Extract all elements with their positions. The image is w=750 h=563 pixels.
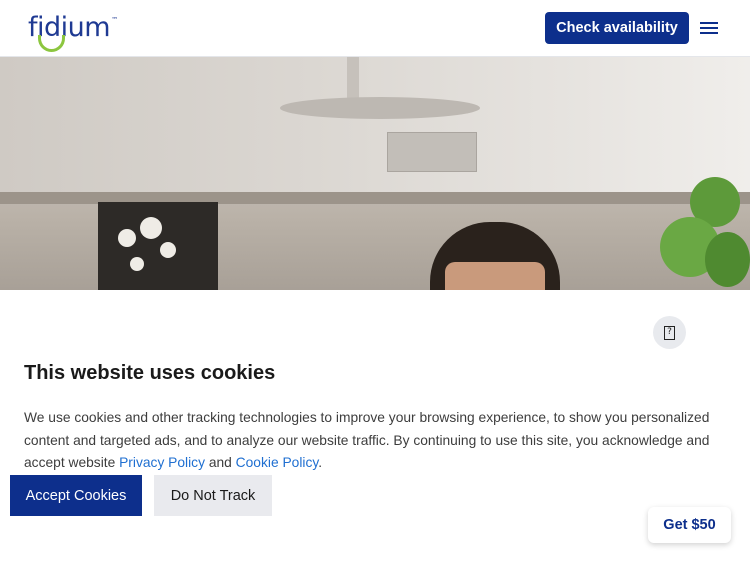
hero-image	[0, 57, 750, 290]
question-box-icon: ?	[664, 325, 675, 340]
cookie-policy-link[interactable]: Cookie Policy	[236, 455, 319, 470]
cookie-banner-text: We use cookies and other tracking techno…	[24, 410, 710, 470]
get-50-promo-button[interactable]: Get $50	[648, 507, 731, 543]
range-hood	[280, 97, 480, 119]
help-icon[interactable]: ?	[653, 316, 686, 349]
privacy-policy-link[interactable]: Privacy Policy	[119, 455, 205, 470]
logo-trademark: ™	[111, 16, 118, 24]
cookie-banner-title: This website uses cookies	[24, 362, 276, 384]
site-header: fidium™ Check availability	[0, 0, 750, 57]
check-availability-button[interactable]: Check availability	[545, 12, 689, 44]
logo-smile-arc	[38, 35, 65, 52]
accept-cookies-button[interactable]: Accept Cookies	[10, 475, 142, 516]
do-not-track-button[interactable]: Do Not Track	[154, 475, 272, 516]
hamburger-menu-icon[interactable]	[700, 20, 720, 36]
